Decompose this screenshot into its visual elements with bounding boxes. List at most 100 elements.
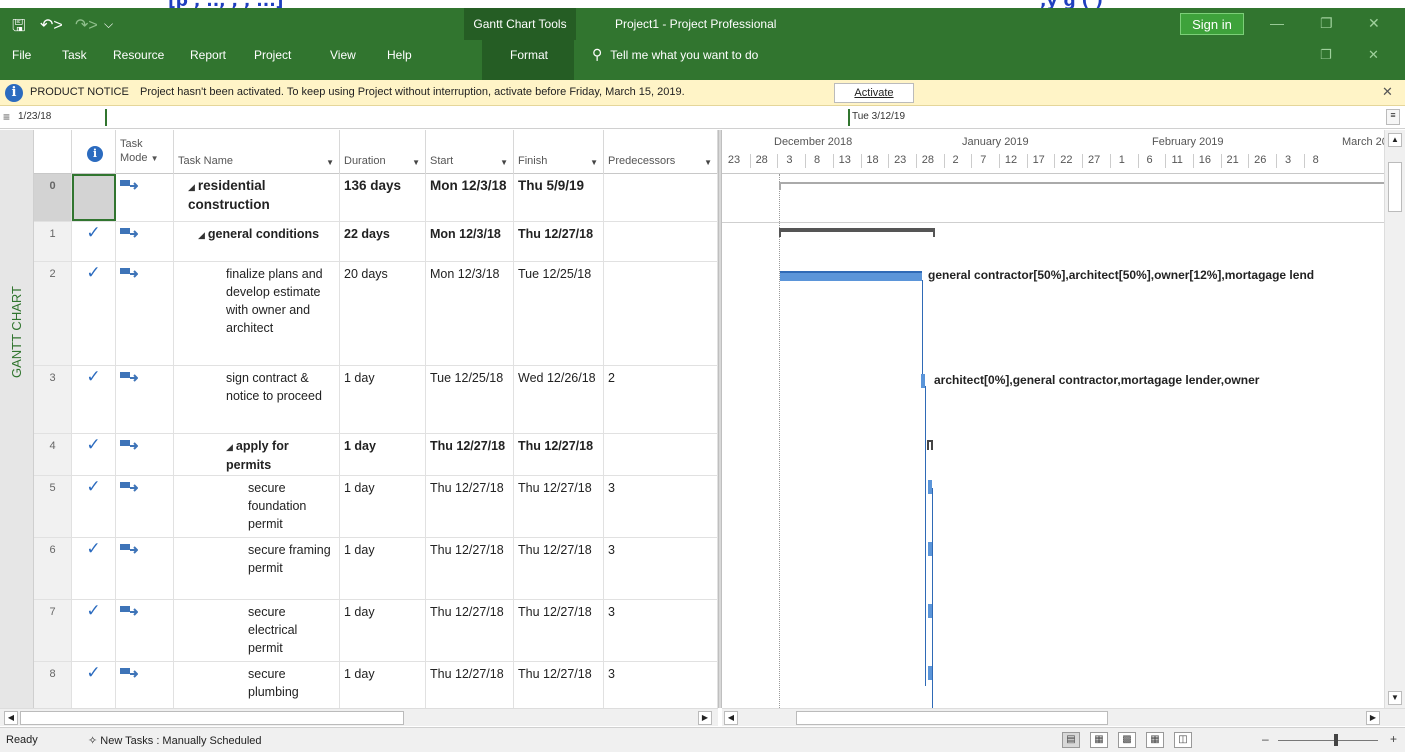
col-task-name-header[interactable]: Task Name ▼ xyxy=(174,130,340,174)
task-mode-cell[interactable] xyxy=(116,222,174,261)
timeline-start-marker[interactable] xyxy=(105,109,107,126)
task-mode-cell[interactable] xyxy=(116,600,174,661)
minimize-icon[interactable]: — xyxy=(1270,15,1284,31)
gantt-view-icon[interactable]: ▤ xyxy=(1062,732,1080,748)
new-tasks-mode[interactable]: ✧ New Tasks : Manually Scheduled xyxy=(88,734,262,747)
zoom-out-icon[interactable]: – xyxy=(1262,732,1269,746)
timeline-expand-icon[interactable]: ≡ xyxy=(1386,109,1400,125)
col-indicators-header[interactable]: i xyxy=(72,130,116,174)
tab-project[interactable]: Project xyxy=(254,48,291,62)
table-row[interactable]: 8 ✓ secure plumbing 1 day Thu 12/27/18 T… xyxy=(34,662,718,708)
grid-scroll-thumb[interactable] xyxy=(20,711,404,725)
table-row[interactable]: 1 ✓ ◢ general conditions 22 days Mon 12/3… xyxy=(34,222,718,262)
task-mode-cell[interactable] xyxy=(116,434,174,475)
collapse-triangle-icon[interactable]: ◢ xyxy=(188,182,195,192)
task-bar-finalize-plans[interactable] xyxy=(780,271,922,281)
indicator-cell[interactable]: ✓ xyxy=(72,262,116,365)
finish-cell[interactable]: Thu 12/27/18 xyxy=(514,600,604,661)
team-planner-icon[interactable]: ▩ xyxy=(1118,732,1136,748)
duration-cell[interactable]: 1 day xyxy=(340,662,426,708)
scroll-thumb[interactable] xyxy=(1388,162,1402,212)
tell-me-search[interactable]: ⚲ Tell me what you want to do xyxy=(592,46,758,63)
finish-cell[interactable]: Wed 12/26/18 xyxy=(514,366,604,433)
task-name-cell[interactable]: secure foundation permit xyxy=(174,476,340,537)
predecessors-cell[interactable] xyxy=(604,262,718,365)
finish-cell[interactable]: Thu 12/27/18 xyxy=(514,538,604,599)
save-icon[interactable]: 🖫 xyxy=(12,15,26,42)
table-row[interactable]: 7 ✓ secure electrical permit 1 day Thu 1… xyxy=(34,600,718,662)
start-cell[interactable]: Tue 12/25/18 xyxy=(426,366,514,433)
col-finish-header[interactable]: Finish ▼ xyxy=(514,130,604,174)
table-row[interactable]: 3 ✓ sign contract & notice to proceed 1 … xyxy=(34,366,718,434)
finish-dropdown-icon[interactable]: ▼ xyxy=(590,158,598,167)
finish-cell[interactable]: Thu 12/27/18 xyxy=(514,222,604,261)
customize-quick-access-icon[interactable]: ⌵ xyxy=(104,17,113,32)
zoom-slider-thumb[interactable] xyxy=(1334,734,1338,746)
activate-button[interactable]: Activate xyxy=(834,83,914,103)
start-cell[interactable]: Mon 12/3/18 xyxy=(426,174,514,221)
table-row[interactable]: 0 ◢ residential construction 136 days Mon… xyxy=(34,174,718,222)
duration-cell[interactable]: 1 day xyxy=(340,366,426,433)
task-name-cell[interactable]: sign contract & notice to proceed xyxy=(174,366,340,433)
tab-report[interactable]: Report xyxy=(190,48,226,62)
task-mode-cell[interactable] xyxy=(116,476,174,537)
predecessors-cell[interactable] xyxy=(604,174,718,221)
resource-sheet-icon[interactable]: ▦ xyxy=(1146,732,1164,748)
task-usage-icon[interactable]: ▦ xyxy=(1090,732,1108,748)
task-mode-cell[interactable] xyxy=(116,174,174,221)
start-cell[interactable]: Thu 12/27/18 xyxy=(426,434,514,475)
indicator-cell[interactable]: ✓ xyxy=(72,366,116,433)
predecessors-cell[interactable]: 3 xyxy=(604,662,718,708)
tab-file[interactable]: File xyxy=(12,48,31,62)
task-name-cell[interactable]: secure framing permit xyxy=(174,538,340,599)
summary-bar-general-conditions[interactable] xyxy=(779,228,935,237)
table-row[interactable]: 5 ✓ secure foundation permit 1 day Thu 1… xyxy=(34,476,718,538)
task-mode-cell[interactable] xyxy=(116,538,174,599)
col-duration-header[interactable]: Duration ▼ xyxy=(340,130,426,174)
indicator-cell[interactable]: ✓ xyxy=(72,222,116,261)
scroll-up-icon[interactable]: ▲ xyxy=(1388,133,1402,147)
finish-cell[interactable]: Tue 12/25/18 xyxy=(514,262,604,365)
report-icon[interactable]: ◫ xyxy=(1174,732,1192,748)
duration-dropdown-icon[interactable]: ▼ xyxy=(412,158,420,167)
collapse-triangle-icon[interactable]: ◢ xyxy=(226,442,233,452)
start-cell[interactable]: Thu 12/27/18 xyxy=(426,476,514,537)
duration-cell[interactable]: 1 day xyxy=(340,538,426,599)
tab-task[interactable]: Task xyxy=(62,48,87,62)
start-cell[interactable]: Thu 12/27/18 xyxy=(426,600,514,661)
predecessors-cell[interactable] xyxy=(604,222,718,261)
scroll-right-icon[interactable]: ▶ xyxy=(1366,711,1380,725)
zoom-slider-track[interactable] xyxy=(1278,740,1378,741)
start-cell[interactable]: Mon 12/3/18 xyxy=(426,262,514,365)
indicator-cell[interactable]: ✓ xyxy=(72,434,116,475)
close-notice-icon[interactable]: ✕ xyxy=(1382,84,1393,100)
task-mode-dropdown-icon[interactable]: ▼ xyxy=(151,154,159,163)
task-mode-cell[interactable] xyxy=(116,366,174,433)
col-task-mode-header[interactable]: Task Mode ▼ xyxy=(116,130,174,174)
task-name-cell[interactable]: ◢ apply for permits xyxy=(174,434,340,475)
ribbon-close-icon[interactable]: ✕ xyxy=(1368,47,1379,63)
col-predecessors-header[interactable]: Predecessors ▼ xyxy=(604,130,718,174)
redo-icon[interactable]: ↷˃ xyxy=(75,15,98,35)
start-cell[interactable]: Mon 12/3/18 xyxy=(426,222,514,261)
gantt-vertical-scrollbar[interactable]: ▲ ▼ xyxy=(1384,130,1405,708)
task-name-cell[interactable]: finalize plans and develop estimate with… xyxy=(174,262,340,365)
col-start-header[interactable]: Start ▼ xyxy=(426,130,514,174)
start-cell[interactable]: Thu 12/27/18 xyxy=(426,662,514,708)
task-name-cell[interactable]: ◢ residential construction xyxy=(174,174,340,221)
tab-format[interactable]: Format xyxy=(510,48,548,62)
predecessors-cell[interactable]: 2 xyxy=(604,366,718,433)
finish-cell[interactable]: Thu 12/27/18 xyxy=(514,662,604,708)
gantt-horizontal-scrollbar[interactable]: ◀ ▶ xyxy=(722,708,1405,726)
finish-cell[interactable]: Thu 12/27/18 xyxy=(514,434,604,475)
predecessors-cell[interactable]: 3 xyxy=(604,600,718,661)
predecessors-cell[interactable]: 3 xyxy=(604,476,718,537)
task-mode-cell[interactable] xyxy=(116,662,174,708)
task-name-cell[interactable]: secure electrical permit xyxy=(174,600,340,661)
duration-cell[interactable]: 1 day xyxy=(340,434,426,475)
task-name-cell[interactable]: ◢ general conditions xyxy=(174,222,340,261)
indicator-cell[interactable]: ✓ xyxy=(72,600,116,661)
task-name-dropdown-icon[interactable]: ▼ xyxy=(326,158,334,167)
table-row[interactable]: 6 ✓ secure framing permit 1 day Thu 12/2… xyxy=(34,538,718,600)
grid-horizontal-scrollbar[interactable]: ◀ ▶ xyxy=(0,708,718,726)
